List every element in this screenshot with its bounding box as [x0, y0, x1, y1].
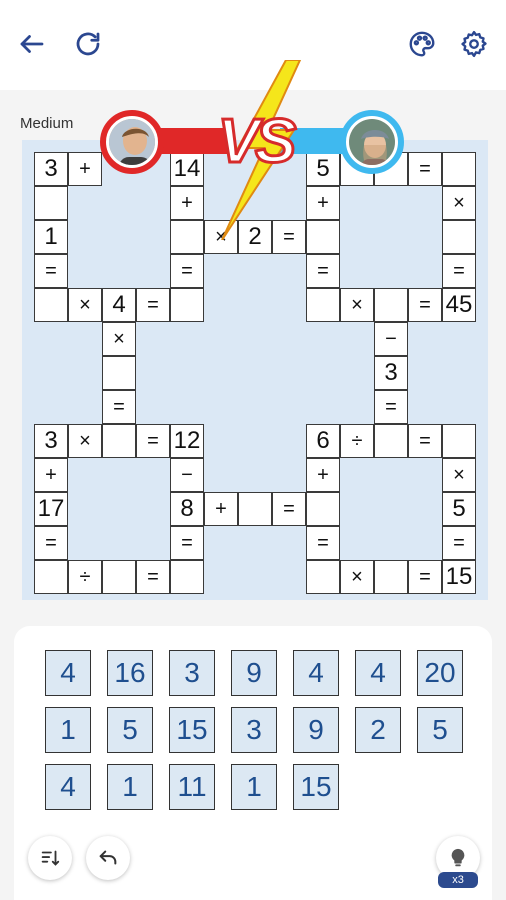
difficulty-label: Medium [20, 115, 74, 132]
board-cell: = [442, 254, 476, 288]
board-cell-empty[interactable] [374, 424, 408, 458]
board-cell: + [34, 458, 68, 492]
board-cell[interactable]: 15 [442, 560, 476, 594]
board-cell-empty[interactable] [442, 220, 476, 254]
number-tile[interactable]: 4 [45, 764, 91, 810]
refresh-icon[interactable] [68, 24, 108, 64]
board-cell[interactable]: 3 [34, 152, 68, 186]
board-cell[interactable]: 5 [442, 492, 476, 526]
board-cell-empty[interactable] [238, 492, 272, 526]
board-cell[interactable]: 4 [102, 288, 136, 322]
board-cell-empty[interactable] [170, 220, 204, 254]
board-cell: × [340, 288, 374, 322]
number-tile[interactable]: 2 [355, 707, 401, 753]
board-cell: = [34, 526, 68, 560]
board-cell: + [204, 492, 238, 526]
board-cell: + [68, 152, 102, 186]
board-cell: = [136, 288, 170, 322]
board-cell: = [272, 492, 306, 526]
gear-icon[interactable] [454, 24, 494, 64]
board-cell: = [34, 254, 68, 288]
board-cell: − [170, 458, 204, 492]
board-cell[interactable]: 12 [170, 424, 204, 458]
board-cell: = [170, 254, 204, 288]
number-tile[interactable]: 16 [107, 650, 153, 696]
board-cell-empty[interactable] [306, 492, 340, 526]
board-cell-empty[interactable] [374, 560, 408, 594]
board-cell[interactable]: 6 [306, 424, 340, 458]
board-cell: × [102, 322, 136, 356]
number-tile[interactable]: 4 [293, 650, 339, 696]
number-tile[interactable]: 9 [231, 650, 277, 696]
number-tile[interactable]: 11 [169, 764, 215, 810]
board-cell[interactable]: 3 [34, 424, 68, 458]
board-cell-empty[interactable] [306, 288, 340, 322]
board-cell: = [442, 526, 476, 560]
number-tile[interactable]: 15 [169, 707, 215, 753]
number-tile[interactable]: 9 [293, 707, 339, 753]
number-tile[interactable]: 5 [417, 707, 463, 753]
board-cell: × [68, 424, 102, 458]
player-avatar-left [100, 110, 164, 174]
board-cell: − [374, 322, 408, 356]
board-cell: + [306, 186, 340, 220]
board-cell[interactable]: 14 [170, 152, 204, 186]
board-cell: ÷ [68, 560, 102, 594]
number-tile[interactable]: 1 [231, 764, 277, 810]
number-tile[interactable]: 1 [107, 764, 153, 810]
board-cell: × [68, 288, 102, 322]
board-cell: × [340, 560, 374, 594]
board-cell: + [170, 186, 204, 220]
board-cell: = [374, 390, 408, 424]
board-cell: = [136, 560, 170, 594]
board-cell: = [306, 526, 340, 560]
board-cell: = [408, 152, 442, 186]
number-tile[interactable]: 5 [107, 707, 153, 753]
number-tile[interactable]: 4 [355, 650, 401, 696]
board-cell-empty[interactable] [102, 356, 136, 390]
board-cell[interactable]: 3 [374, 356, 408, 390]
board-cell-empty[interactable] [34, 186, 68, 220]
number-tile[interactable]: 4 [45, 650, 91, 696]
board-cell-empty[interactable] [102, 560, 136, 594]
board-cell: = [408, 424, 442, 458]
board-cell: ÷ [340, 424, 374, 458]
board-cell-empty[interactable] [442, 152, 476, 186]
number-tile[interactable]: 1 [45, 707, 91, 753]
board-cell: + [306, 458, 340, 492]
number-tile[interactable]: 3 [231, 707, 277, 753]
board-cell-empty[interactable] [306, 220, 340, 254]
board-cell-empty[interactable] [170, 288, 204, 322]
board-cell-empty[interactable] [306, 560, 340, 594]
board-cell: = [408, 560, 442, 594]
undo-icon[interactable] [86, 836, 130, 880]
palette-icon[interactable] [402, 24, 442, 64]
sort-icon[interactable] [28, 836, 72, 880]
board-cell: = [170, 526, 204, 560]
versus-label: VS [216, 105, 298, 177]
board-cell[interactable]: 17 [34, 492, 68, 526]
board-cell: = [408, 288, 442, 322]
board-cell-empty[interactable] [374, 288, 408, 322]
board-cell-empty[interactable] [170, 560, 204, 594]
board-cell[interactable]: 5 [306, 152, 340, 186]
board-cell: = [136, 424, 170, 458]
board-cell[interactable]: 1 [34, 220, 68, 254]
board-cell: × [442, 186, 476, 220]
board-cell: × [442, 458, 476, 492]
board-cell[interactable]: 8 [170, 492, 204, 526]
number-tile[interactable]: 3 [169, 650, 215, 696]
number-tile[interactable]: 20 [417, 650, 463, 696]
board-cell-empty[interactable] [34, 560, 68, 594]
board-cell-empty[interactable] [34, 288, 68, 322]
number-tile[interactable]: 15 [293, 764, 339, 810]
board-cell-empty[interactable] [102, 424, 136, 458]
player-avatar-right [340, 110, 404, 174]
board-cell[interactable]: 45 [442, 288, 476, 322]
back-arrow-icon[interactable] [12, 24, 52, 64]
board-cell-empty[interactable] [442, 424, 476, 458]
hint-count-badge: x3 [438, 872, 478, 888]
board-cell: = [102, 390, 136, 424]
board-cell: = [306, 254, 340, 288]
